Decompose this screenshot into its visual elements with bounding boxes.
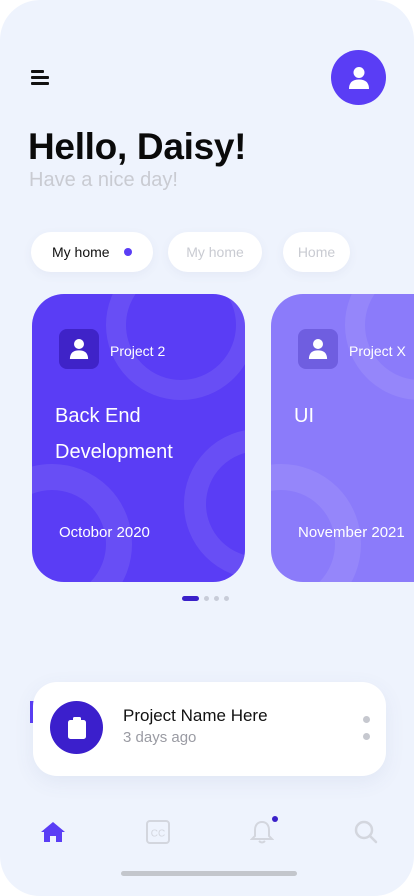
greeting-title: Hello, Daisy!	[28, 126, 247, 167]
pager-dot[interactable]	[204, 596, 209, 601]
profile-avatar-button[interactable]	[331, 50, 386, 105]
project-name: Project Name Here	[123, 706, 268, 725]
clipboard-icon	[50, 701, 103, 754]
chip-my-home[interactable]: My home	[168, 232, 262, 272]
card-title: Back End Development	[55, 398, 235, 470]
chip-label: My home	[52, 244, 110, 260]
card-user-icon	[59, 329, 99, 369]
chip-label: My home	[186, 244, 244, 260]
nav-search[interactable]	[351, 817, 381, 847]
more-dot	[363, 733, 370, 740]
card-date: November 2021	[298, 524, 405, 541]
menu-line	[31, 76, 49, 79]
recent-project-item[interactable]: Project Name Here 3 days ago	[33, 682, 386, 776]
notification-badge	[272, 816, 278, 822]
decorative-ring	[32, 464, 132, 582]
chip-home[interactable]: Home	[283, 232, 350, 272]
card-title-line: UI	[294, 405, 314, 427]
svg-text:CC: CC	[151, 829, 165, 840]
chip-label: Home	[297, 244, 336, 260]
cc-icon: CC	[146, 820, 170, 844]
card-date: Octobor 2020	[59, 524, 150, 541]
user-icon	[308, 339, 328, 359]
carousel-pager	[182, 596, 229, 601]
greeting-subtitle: Have a nice day!	[29, 169, 178, 191]
card-project-label: Project X	[349, 343, 406, 359]
card-title-line: Development	[55, 441, 173, 463]
user-icon	[69, 339, 89, 359]
menu-line	[31, 70, 44, 73]
project-card-2[interactable]: Project X UI November 2021	[271, 294, 414, 582]
search-icon	[354, 820, 378, 844]
user-icon	[348, 66, 369, 89]
decorative-ring	[271, 464, 361, 582]
card-title: UI	[294, 398, 414, 434]
phone-screen: Hello, Daisy! Have a nice day! My home M…	[0, 0, 414, 896]
nav-captions[interactable]: CC	[143, 817, 173, 847]
card-title-line: Back End	[55, 405, 141, 427]
bell-icon	[250, 820, 274, 844]
project-card-1[interactable]: Project 2 Back End Development Octobor 2…	[32, 294, 245, 582]
card-project-label: Project 2	[110, 343, 166, 359]
more-options-icon[interactable]	[363, 716, 371, 750]
more-dot	[363, 716, 370, 723]
active-dot-indicator	[124, 248, 132, 256]
clipboard-glyph	[67, 716, 86, 739]
chip-my-home-active[interactable]: My home	[31, 232, 153, 272]
home-indicator	[121, 871, 297, 876]
nav-notifications[interactable]	[247, 816, 278, 847]
pager-dot[interactable]	[224, 596, 229, 601]
card-user-icon	[298, 329, 338, 369]
pager-dot-active[interactable]	[182, 596, 199, 601]
menu-line	[31, 82, 49, 85]
nav-home[interactable]	[38, 817, 68, 847]
hamburger-menu-icon[interactable]	[31, 69, 51, 89]
home-icon	[41, 822, 65, 842]
pager-dot[interactable]	[214, 596, 219, 601]
project-time: 3 days ago	[123, 729, 197, 746]
